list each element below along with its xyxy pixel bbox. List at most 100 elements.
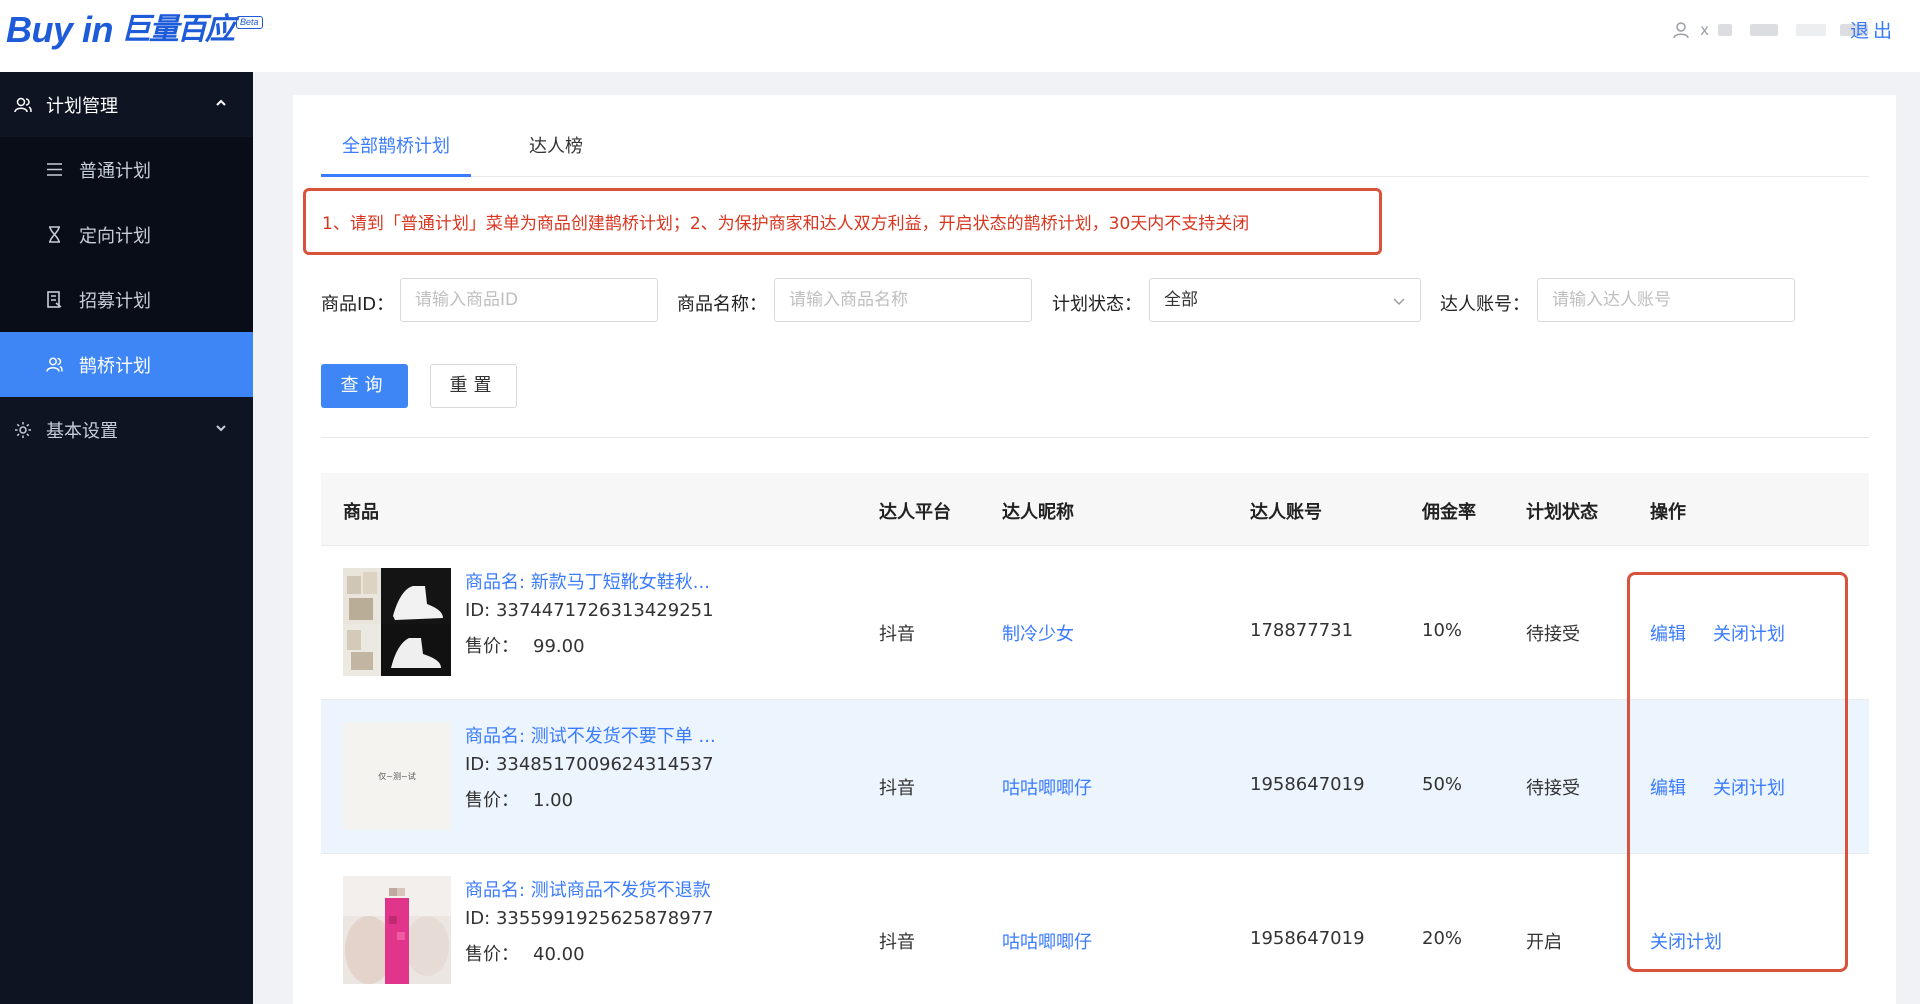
close-plan-button[interactable]: 关闭计划 — [1713, 620, 1785, 646]
user-name: x — [1700, 21, 1710, 39]
users-icon — [46, 357, 63, 372]
hourglass-icon — [49, 226, 60, 243]
sidebar-item-normal-plan[interactable]: 普通计划 — [0, 137, 253, 202]
column-header: 操作 — [1650, 502, 1686, 523]
influencer-account: 1958647019 — [1250, 928, 1365, 949]
beta-badge: Beta — [236, 16, 263, 29]
plan-status: 待接受 — [1526, 624, 1580, 645]
product-name-label: 商品名称： — [677, 294, 767, 315]
user-icon — [1673, 22, 1689, 39]
column-header: 达人平台 — [879, 502, 951, 523]
tab-influencer-ranking[interactable]: 达人榜 — [506, 133, 606, 177]
sidebar-item-label: 招募计划 — [79, 290, 151, 312]
price-value: 99.00 — [533, 636, 585, 657]
list-icon — [47, 163, 62, 176]
sidebar: 计划管理 普通计划 定向计划 招募计划 鹊桥计划 基本设置 — [0, 72, 253, 1004]
sidebar-item-recruit-plan[interactable]: 招募计划 — [0, 267, 253, 332]
reset-button[interactable]: 重置 — [430, 364, 517, 408]
product-id-input[interactable]: 请输入商品ID — [400, 278, 658, 322]
table-row: 商品名: 新款马丁短靴女鞋秋... ID: 337447172631342925… — [321, 546, 1869, 700]
edit-button[interactable]: 编辑 — [1650, 620, 1686, 646]
main-panel: 全部鹊桥计划 达人榜 1、请到「普通计划」菜单为商品创建鹊桥计划；2、为保护商家… — [293, 95, 1896, 1004]
chevron-down-icon — [216, 425, 226, 432]
plan-status-select[interactable]: 全部 — [1149, 278, 1421, 322]
influencer-account: 178877731 — [1250, 620, 1354, 641]
product-price: 售价： 99.00 — [465, 632, 585, 658]
product-thumbnail[interactable] — [343, 876, 451, 984]
menu-group-basic-settings[interactable]: 基本设置 — [0, 397, 253, 462]
product-id: ID: 3374471726313429251 — [465, 600, 714, 621]
sidebar-item-label: 定向计划 — [79, 225, 151, 247]
sidebar-item-label: 普通计划 — [79, 160, 151, 182]
influencer-account-input[interactable]: 请输入达人账号 — [1537, 278, 1795, 322]
close-plan-button[interactable]: 关闭计划 — [1713, 774, 1785, 800]
product-name-link[interactable]: 商品名: 测试商品不发货不退款 — [465, 876, 711, 902]
column-header: 商品 — [343, 502, 379, 523]
table-header: 商品 达人平台 达人昵称 达人账号 佣金率 计划状态 操作 — [321, 473, 1869, 546]
platform: 抖音 — [879, 932, 915, 953]
table-row: 仅~测~试 商品名: 测试不发货不要下单 ... ID: 33485170096… — [321, 700, 1869, 854]
menu-group-label: 计划管理 — [46, 95, 118, 117]
tab-bar: 全部鹊桥计划 达人榜 — [321, 133, 1869, 177]
tab-all-queqiao-plans[interactable]: 全部鹊桥计划 — [321, 133, 471, 177]
column-header: 佣金率 — [1422, 502, 1476, 523]
redacted-text — [1718, 24, 1732, 36]
gear-icon — [15, 421, 31, 438]
sidebar-item-queqiao-plan[interactable]: 鹊桥计划 — [0, 332, 253, 397]
edit-button[interactable]: 编辑 — [1650, 774, 1686, 800]
product-name-link[interactable]: 商品名: 测试不发货不要下单 ... — [465, 722, 716, 748]
price-value: 40.00 — [533, 944, 585, 965]
price-value: 1.00 — [533, 790, 574, 811]
price-label: 售价： — [465, 790, 519, 811]
price-label: 售价： — [465, 636, 519, 657]
column-header: 计划状态 — [1526, 502, 1598, 523]
users-icon — [14, 97, 32, 112]
sidebar-item-label: 鹊桥计划 — [79, 355, 151, 377]
influencer-account: 1958647019 — [1250, 774, 1365, 795]
influencer-nickname-link[interactable]: 咕咕唧唧仔 — [1002, 774, 1092, 800]
platform: 抖音 — [879, 778, 915, 799]
commission-rate: 50% — [1422, 774, 1463, 795]
product-price: 售价： 40.00 — [465, 940, 585, 966]
product-name-link[interactable]: 商品名: 新款马丁短靴女鞋秋... — [465, 568, 710, 594]
product-thumbnail[interactable]: 仅~测~试 — [343, 722, 451, 830]
influencer-nickname-link[interactable]: 咕咕唧唧仔 — [1002, 928, 1092, 954]
product-id: ID: 3348517009624314537 — [465, 754, 714, 775]
top-header: Buy in 巨量百应 Beta x 退出 — [0, 0, 1920, 72]
logout-button[interactable]: 退出 — [1850, 16, 1896, 43]
plans-table: 商品 达人平台 达人昵称 达人账号 佣金率 计划状态 操作 商品名: 新款马丁短… — [321, 473, 1869, 1004]
price-label: 售价： — [465, 944, 519, 965]
product-thumbnail[interactable] — [343, 568, 451, 676]
redacted-text — [1796, 24, 1826, 36]
user-info[interactable]: x — [1672, 18, 1868, 42]
product-price: 售价： 1.00 — [465, 786, 573, 812]
plan-status: 待接受 — [1526, 778, 1580, 799]
plan-status-label: 计划状态： — [1052, 294, 1142, 315]
notice-banner: 1、请到「普通计划」菜单为商品创建鹊桥计划；2、为保护商家和达人双方利益，开启状… — [303, 188, 1382, 255]
platform: 抖音 — [879, 624, 915, 645]
menu-group-plan-management[interactable]: 计划管理 — [0, 72, 253, 137]
submenu-plans: 普通计划 定向计划 招募计划 鹊桥计划 — [0, 137, 253, 397]
chevron-up-icon — [216, 99, 226, 106]
redacted-text — [1750, 24, 1778, 36]
plan-status: 开启 — [1526, 932, 1562, 953]
filter-bar: 商品ID： 请输入商品ID 商品名称： 请输入商品名称 计划状态： 全部 达人账… — [321, 278, 1881, 322]
sidebar-item-targeted-plan[interactable]: 定向计划 — [0, 202, 253, 267]
commission-rate: 20% — [1422, 928, 1463, 949]
influencer-nickname-link[interactable]: 制冷少女 — [1002, 620, 1074, 646]
thumbnail-text: 仅~测~试 — [378, 771, 416, 781]
logo[interactable]: Buy in 巨量百应 Beta — [6, 8, 263, 52]
recruit-icon — [47, 291, 62, 308]
product-id: ID: 3355991925625878977 — [465, 908, 714, 929]
influencer-account-label: 达人账号： — [1440, 294, 1530, 315]
column-header: 达人账号 — [1250, 502, 1322, 523]
logo-text: Buy in — [6, 9, 114, 50]
query-button[interactable]: 查询 — [321, 364, 408, 408]
table-row: 商品名: 测试商品不发货不退款 ID: 3355991925625878977 … — [321, 854, 1869, 1004]
commission-rate: 10% — [1422, 620, 1463, 641]
logo-cn-text: 巨量百应 — [121, 12, 235, 47]
close-plan-button[interactable]: 关闭计划 — [1650, 928, 1722, 954]
product-id-label: 商品ID： — [321, 294, 395, 315]
chevron-down-icon — [1393, 298, 1405, 305]
product-name-input[interactable]: 请输入商品名称 — [774, 278, 1032, 322]
